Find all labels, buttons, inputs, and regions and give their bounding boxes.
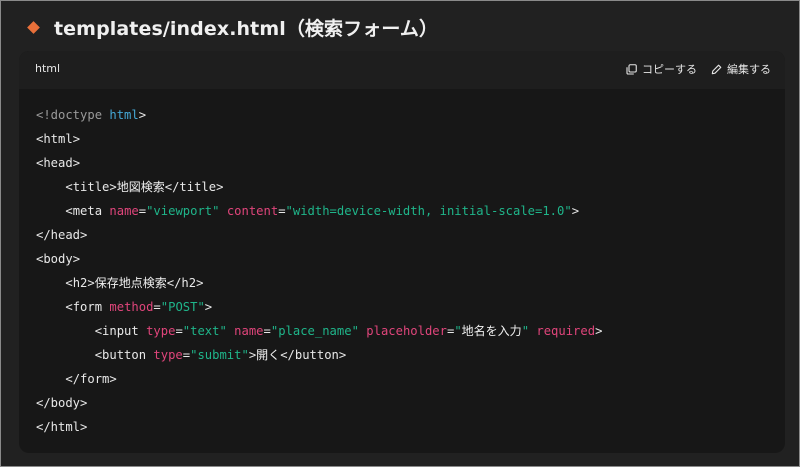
code-line: </body> (36, 396, 88, 410)
code-line: <head> (36, 156, 81, 170)
page-frame: templates/index.html（検索フォーム） html コピーする (0, 0, 800, 467)
code-line: </html> (36, 420, 88, 434)
code-content: <!doctype html> <html> <head> <title>地図検索<… (36, 103, 602, 439)
section-heading: templates/index.html（検索フォーム） (27, 13, 438, 41)
edit-button[interactable]: 編集する (711, 61, 771, 77)
code-actions: コピーする 編集する (626, 61, 771, 77)
pencil-icon (711, 64, 722, 75)
edit-label: 編集する (727, 63, 771, 76)
code-line: </form> (65, 372, 117, 386)
code-line: <form method="POST"> (65, 300, 213, 314)
code-line: </head> (36, 228, 88, 242)
code-line: <input type="text" name="place_name" pla… (94, 324, 603, 338)
diamond-bullet-icon (27, 20, 40, 34)
copy-button[interactable]: コピーする (626, 61, 697, 77)
copy-label: コピーする (642, 63, 697, 76)
code-line: <meta name="viewport" content="width=dev… (65, 204, 580, 218)
code-block: html コピーする 編集する <!doctype html> <html> <… (19, 51, 785, 453)
code-line: <body> (36, 252, 81, 266)
code-language-label: html (35, 62, 61, 75)
section-title: templates/index.html（検索フォーム） (54, 17, 439, 40)
code-block-header: html コピーする 編集する (19, 51, 785, 89)
copy-icon (626, 63, 637, 75)
code-line: <!doctype html> (36, 108, 147, 122)
code-line: <button type="submit">開く</button> (94, 348, 347, 362)
code-line: <html> (36, 132, 81, 146)
code-line: <title>地図検索</title> (65, 180, 224, 194)
code-line: <h2>保存地点検索</h2> (65, 276, 204, 290)
